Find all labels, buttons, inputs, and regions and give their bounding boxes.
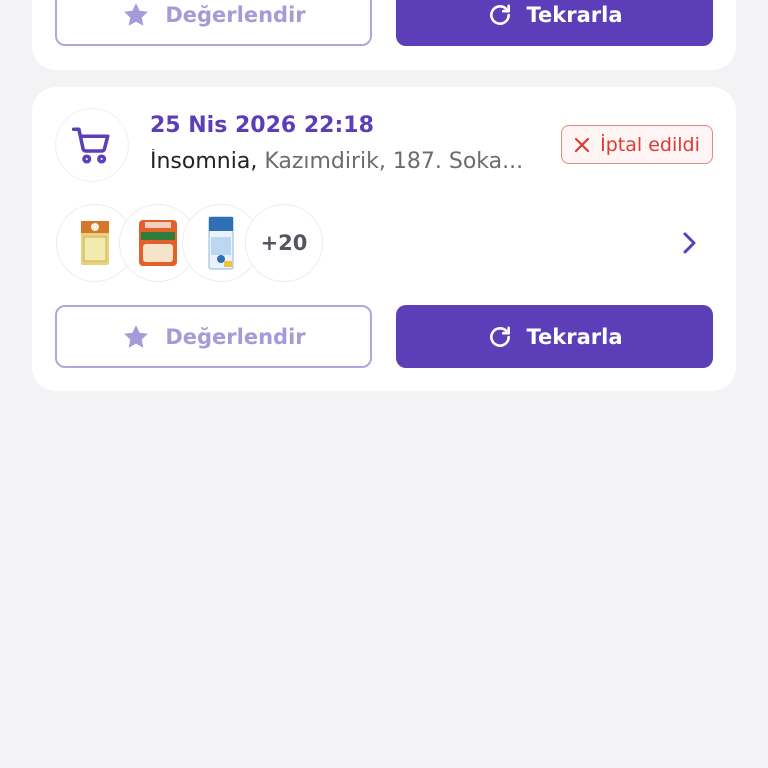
close-icon	[575, 137, 590, 152]
cheese-product-image	[81, 221, 109, 265]
rate-button[interactable]: Değerlendir	[55, 305, 372, 368]
cart-icon	[71, 127, 110, 164]
milk-product-image	[208, 216, 234, 270]
rate-button-label: Değerlendir	[165, 324, 306, 349]
store-name: İnsomnia,	[150, 149, 258, 174]
rate-button-label: Değerlendir	[165, 2, 306, 27]
snack-product-image	[139, 220, 177, 266]
star-icon	[124, 324, 149, 348]
delivery-address: Kazımdirik, 187. Soka...	[257, 149, 524, 174]
order-address: İnsomnia, Kazımdirik, 187. Soka...	[150, 149, 540, 174]
chevron-right-icon	[683, 232, 696, 254]
repeat-button[interactable]: Tekrarla	[396, 305, 713, 368]
more-items-count: +20	[245, 204, 323, 282]
repeat-button-label: Tekrarla	[526, 2, 623, 27]
order-card: 25 Nis 2026 22:18 İnsomnia, Kazımdirik, …	[32, 87, 736, 391]
refresh-icon	[489, 3, 510, 25]
more-items-label: +20	[260, 231, 308, 255]
order-date: 25 Nis 2026 22:18	[150, 113, 374, 138]
rate-button[interactable]: Değerlendir	[55, 0, 372, 46]
repeat-button-label: Tekrarla	[526, 324, 623, 349]
repeat-button[interactable]: Tekrarla	[396, 0, 713, 46]
refresh-icon	[489, 325, 510, 347]
cart-avatar	[56, 109, 128, 181]
status-badge: İptal edildi	[561, 125, 713, 164]
star-icon	[124, 2, 149, 26]
status-label: İptal edildi	[600, 133, 700, 156]
order-detail-link[interactable]	[676, 230, 702, 256]
order-card-previous: Değerlendir Tekrarla	[32, 0, 736, 70]
